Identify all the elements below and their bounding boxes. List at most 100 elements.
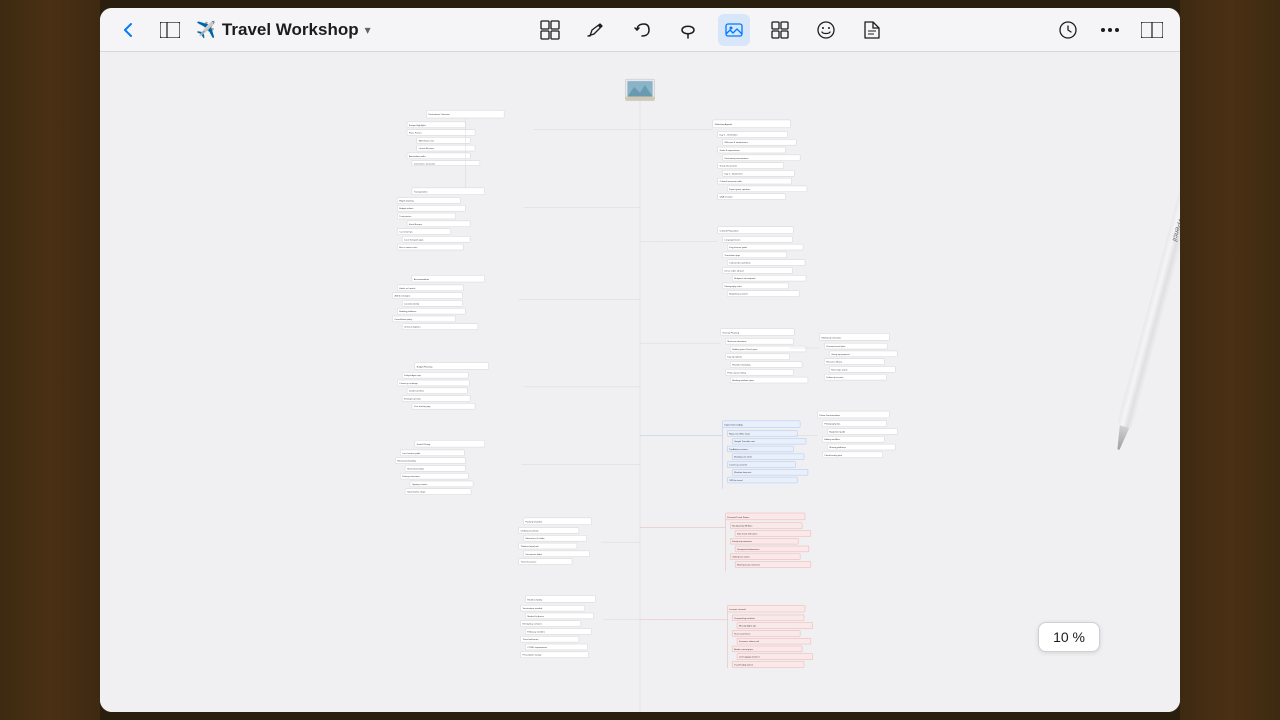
svg-text:Europe Highlights: Europe Highlights [409,124,426,127]
svg-text:Airbnb strategies: Airbnb strategies [394,295,410,298]
svg-text:Budget airlines: Budget airlines [399,207,413,210]
svg-text:Emergency contacts: Emergency contacts [523,623,542,626]
svg-text:Translation apps: Translation apps [724,254,740,257]
svg-text:Embassy numbers: Embassy numbers [527,630,545,633]
svg-text:Cancellation policy: Cancellation policy [394,318,413,321]
svg-text:Day trip options: Day trip options [727,356,742,359]
svg-text:Welcome & introductions: Welcome & introductions [724,141,747,144]
toolbar: ✈️ Travel Workshop ▾ [100,8,1180,52]
svg-text:Documents folder: Documents folder [525,553,542,556]
svg-text:Workshop Agenda: Workshop Agenda [715,123,733,126]
svg-text:Currency converter: Currency converter [729,463,747,466]
mindmap-canvas: .mnode { fill: white; stroke: #c8c8cc; s… [100,52,1180,712]
svg-text:Check-in logistics: Check-in logistics [404,326,421,329]
svg-text:Weather forecasts: Weather forecasts [734,471,751,474]
svg-text:Destination presentations: Destination presentations [724,157,748,160]
pen-button[interactable] [580,14,612,46]
svg-text:Amsterdam walks: Amsterdam walks [409,155,426,158]
svg-text:Dietary restrictions: Dietary restrictions [402,475,420,478]
svg-text:Insurance claims real: Insurance claims real [739,640,760,643]
svg-text:Booking windows open: Booking windows open [732,380,755,382]
svg-text:Tipping customs: Tipping customs [412,483,427,486]
svg-text:Lost luggage protocol: Lost luggage protocol [739,656,760,659]
svg-text:Toiletries liquid rule: Toiletries liquid rule [521,545,540,548]
svg-text:Personal Travel Stories: Personal Travel Stories [727,516,749,519]
toolbar-center [379,14,1044,46]
grid-button[interactable] [534,14,566,46]
panel-button[interactable] [1136,14,1168,46]
svg-text:Supermarket shops: Supermarket shops [407,491,425,494]
desk-background-top [100,0,1180,8]
svg-text:Bus vs metro costs: Bus vs metro costs [399,246,417,249]
layout-button[interactable] [764,14,796,46]
svg-text:Day 1 - Orientation: Day 1 - Orientation [720,133,739,136]
sidebar-toggle-button[interactable] [154,14,186,46]
svg-text:Health & Safety: Health & Safety [527,598,543,601]
svg-text:Bargaining customs: Bargaining customs [729,293,748,296]
svg-text:Language basics: Language basics [724,239,740,241]
svg-text:Itinerary Planning: Itinerary Planning [723,331,740,334]
svg-text:Missing flights tips: Missing flights tips [739,625,756,628]
lasso-button[interactable] [672,14,704,46]
doc-title-area: ✈️ Travel Workshop ▾ [196,20,371,40]
svg-text:Food & Dining: Food & Dining [417,444,431,446]
svg-text:Workshop Outcomes: Workshop Outcomes [822,336,842,339]
svg-text:Q&A sessions: Q&A sessions [720,196,733,199]
svg-text:Travel insurance: Travel insurance [521,561,537,564]
svg-text:Location priority: Location priority [404,302,420,305]
emoji-button[interactable] [810,14,842,46]
zoom-indicator: 10 % [1038,622,1100,652]
svg-text:Electronics & cables: Electronics & cables [525,537,544,540]
svg-text:Equipment guide: Equipment guide [829,430,846,433]
svg-text:Cultural dos and donts: Cultural dos and donts [729,262,750,265]
pencil-tip [1114,425,1130,451]
svg-text:Google Translate cam: Google Translate cam [734,440,755,443]
svg-text:Next steps action: Next steps action [831,368,848,371]
svg-text:Medical kit basics: Medical kit basics [527,615,544,618]
doc-button[interactable] [856,14,888,46]
toolbar-left: ✈️ Travel Workshop ▾ [112,14,371,46]
svg-text:Destinations Overview: Destinations Overview [428,113,450,116]
svg-text:Cloud backup plan: Cloud backup plan [824,455,842,457]
svg-text:TripAdvisor reviews: TripAdvisor reviews [729,448,747,451]
svg-text:Unexpected adventures: Unexpected adventures [737,548,759,551]
undo-button[interactable] [626,14,658,46]
svg-text:Cultural Preparation: Cultural Preparation [720,230,740,233]
back-button[interactable] [112,14,144,46]
svg-text:Religious site etiquette: Religious site etiquette [734,277,756,280]
svg-text:Photography rules: Photography rules [724,285,741,288]
svg-text:Editing workflow: Editing workflow [824,438,840,441]
svg-text:Local cuisine guide: Local cuisine guide [402,453,421,455]
svg-text:Eiffel Tower visit: Eiffel Tower visit [419,139,435,142]
svg-text:Booking.com alerts: Booking.com alerts [734,456,752,459]
svg-text:Overpacking mistakes: Overpacking mistakes [734,617,755,620]
airplane-icon: ✈️ [196,20,216,40]
more-button[interactable] [1094,14,1126,46]
svg-text:Travel buddy advice: Travel buddy advice [734,663,754,666]
svg-text:Prescription storage: Prescription storage [523,654,543,657]
canvas-area[interactable]: .mnode { fill: white; stroke: #c8c8cc; s… [100,52,1180,712]
history-button[interactable] [1052,14,1084,46]
svg-text:COVID requirements: COVID requirements [527,646,547,649]
svg-text:VPN for travel: VPN for travel [729,479,743,482]
svg-text:Local transport apps: Local transport apps [404,238,423,241]
svg-text:Cost tracking app: Cost tracking app [414,405,431,408]
image-button[interactable] [718,14,750,46]
svg-text:Daily budget caps: Daily budget caps [404,374,421,377]
svg-text:Follow-up session: Follow-up session [826,377,844,379]
svg-text:Clothing essentials: Clothing essentials [521,529,539,532]
svg-text:Cultural immersion talks: Cultural immersion talks [720,180,743,183]
svg-text:Louvre Museum: Louvre Museum [419,147,434,150]
svg-text:Accommodation: Accommodation [414,278,430,281]
svg-text:Credit card fees: Credit card fees [409,390,424,393]
svg-text:Flexible scheduling: Flexible scheduling [732,365,751,367]
svg-text:Street food safety: Street food safety [407,467,425,470]
desk-background-bottom [100,712,1180,720]
svg-text:Currency exchange: Currency exchange [399,382,418,385]
svg-text:Paris, France: Paris, France [409,132,422,135]
svg-text:Train passes: Train passes [399,215,411,218]
svg-text:Sharing platforms: Sharing platforms [829,446,846,449]
svg-text:Flights booking: Flights booking [399,199,414,202]
svg-text:Backpacking SE Asia: Backpacking SE Asia [732,525,753,528]
zoom-value: 10 % [1053,629,1085,645]
